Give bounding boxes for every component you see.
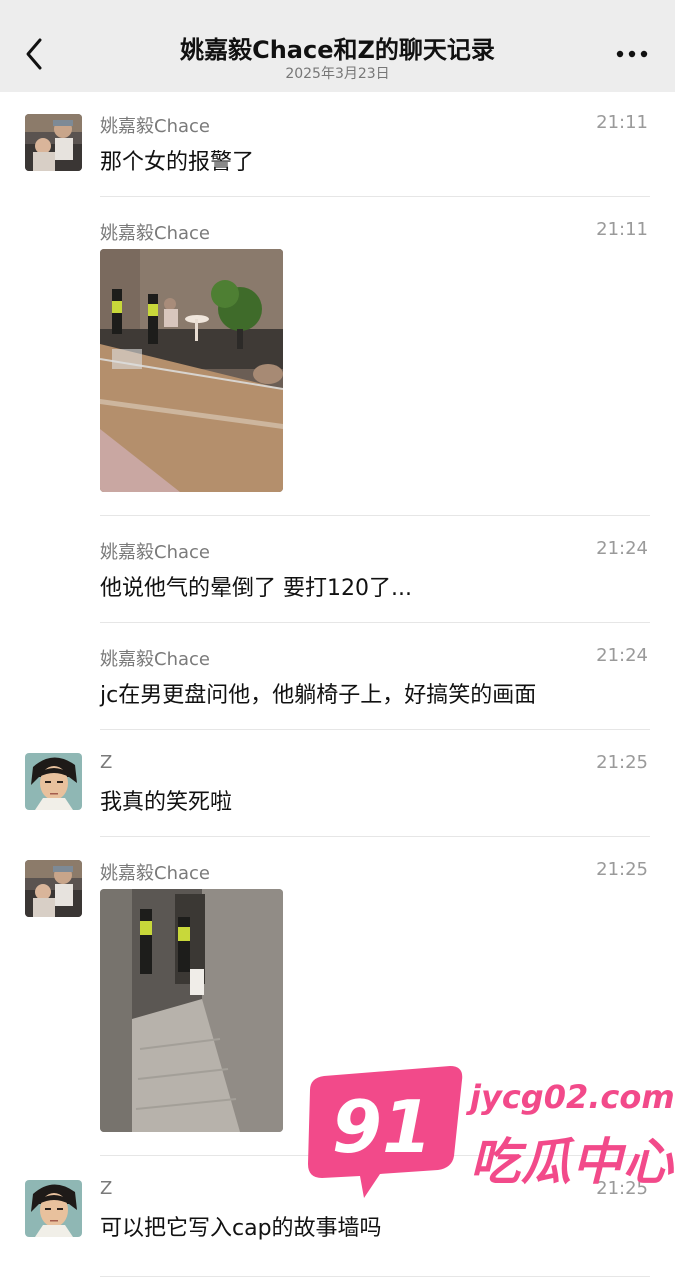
page-title: 姚嘉毅Chace和Z的聊天记录 [180,36,495,64]
message-text[interactable]: 他说他气的晕倒了 要打120了... [100,570,412,602]
message-text[interactable]: 那个女的报警了 [100,144,254,176]
message-text[interactable]: jc在男更盘问他，他躺椅子上，好搞笑的画面 [100,677,536,709]
divider [100,196,650,197]
sender-name: 姚嘉毅Chace [100,542,210,563]
more-dots-icon[interactable] [615,44,649,64]
message-time: 21:11 [596,219,648,240]
sender-name: 姚嘉毅Chace [100,649,210,670]
avatar-chace[interactable] [25,860,82,917]
watermark-domain: jycg02.com [470,1078,675,1116]
divider [100,836,650,837]
chat-message: Z 21:25 我真的笑死啦 [0,750,675,838]
sender-name: 姚嘉毅Chace [100,863,210,884]
sender-name: Z [100,1178,113,1199]
message-time: 21:11 [596,112,648,133]
divider [100,1276,650,1277]
message-time: 21:24 [596,538,648,559]
chat-message: 姚嘉毅Chace 21:24 jc在男更盘问他，他躺椅子上，好搞笑的画面 [0,643,675,731]
chat-message: 姚嘉毅Chace 21:24 他说他气的晕倒了 要打120了... [0,536,675,624]
divider [100,729,650,730]
watermark-badge: 91 [308,1066,463,1198]
message-time: 21:25 [596,752,648,773]
watermark-number: 91 [332,1085,432,1169]
avatar-z[interactable] [25,753,82,810]
avatar-chace[interactable] [25,114,82,171]
sender-name: 姚嘉毅Chace [100,116,210,137]
watermark-name: 吃瓜中心 [470,1133,674,1191]
chat-message: 姚嘉毅Chace 21:11 那个女的报警了 [0,110,675,198]
chat-message: 姚嘉毅Chace 21:11 [0,217,675,517]
page-subtitle-date: 2025年3月23日 [285,66,390,82]
sender-name: Z [100,752,113,773]
message-text[interactable]: 可以把它写入cap的故事墙吗 [100,1210,382,1242]
chat-header: 姚嘉毅Chace和Z的聊天记录 2025年3月23日 [0,0,675,92]
watermark: 91 jycg02.com 吃瓜中心 [300,1060,675,1210]
message-time: 21:25 [596,859,648,880]
message-time: 21:24 [596,645,648,666]
sender-name: 姚嘉毅Chace [100,223,210,244]
avatar-z[interactable] [25,1180,82,1237]
divider [100,622,650,623]
message-text[interactable]: 我真的笑死啦 [100,784,232,816]
photo-lobby-police[interactable] [100,249,283,492]
divider [100,515,650,516]
photo-stairway-police[interactable] [100,889,283,1132]
